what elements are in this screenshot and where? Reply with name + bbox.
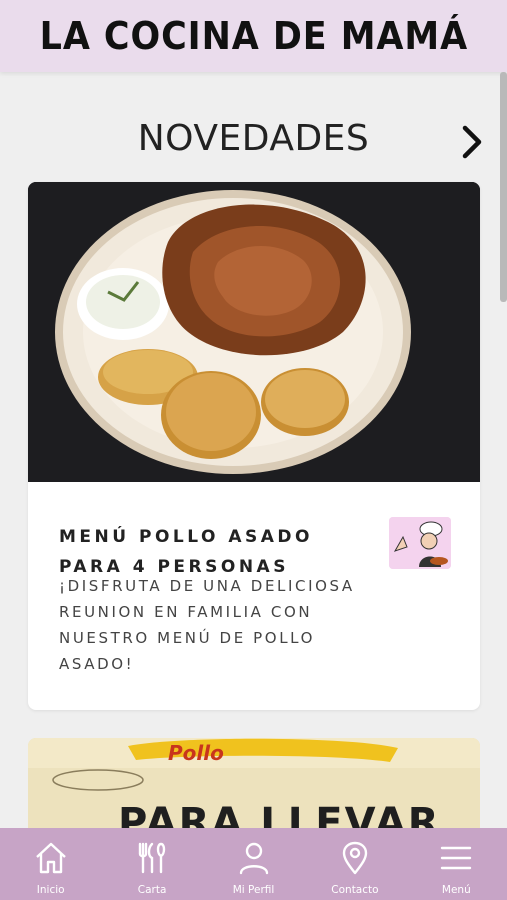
tab-contacto[interactable]: Contacto bbox=[304, 828, 405, 900]
home-icon bbox=[35, 842, 66, 874]
scrollbar[interactable] bbox=[500, 72, 507, 302]
user-icon bbox=[239, 842, 268, 875]
bottom-tab-bar: Inicio Carta Mi Perfil Contacto Menú bbox=[0, 828, 507, 900]
news-card[interactable]: MENÚ POLLO ASADO PARA 4 PERSONAS ¡DISFRU… bbox=[28, 182, 480, 710]
svg-text:Pollo: Pollo bbox=[168, 741, 224, 765]
tab-menu-label: Menú bbox=[441, 884, 471, 896]
chef-logo-icon bbox=[389, 517, 451, 569]
app-title: LA COCINA DE MAMÁ bbox=[39, 14, 468, 58]
location-pin-icon bbox=[342, 841, 368, 875]
tab-inicio-label: Inicio bbox=[36, 884, 65, 896]
hamburger-menu-icon bbox=[441, 846, 472, 870]
tab-mi-perfil[interactable]: Mi Perfil bbox=[203, 828, 304, 900]
tab-carta[interactable]: Carta bbox=[101, 828, 202, 900]
takeaway-card-photo[interactable]: Pollo PARA LLEVAR bbox=[28, 738, 480, 838]
tab-carta-label: Carta bbox=[137, 884, 167, 896]
tab-inicio[interactable]: Inicio bbox=[0, 828, 101, 900]
tab-mi-perfil-label: Mi Perfil bbox=[232, 884, 275, 896]
card-photo bbox=[28, 182, 480, 482]
section-header: NOVEDADES bbox=[0, 112, 507, 170]
app-header: LA COCINA DE MAMÁ bbox=[0, 0, 507, 72]
tab-contacto-label: Contacto bbox=[331, 884, 379, 896]
chevron-right-icon[interactable] bbox=[456, 122, 488, 162]
card-description: ¡DISFRUTA DE UNA DELICIOSA REUNION EN FA… bbox=[59, 577, 355, 673]
card-body: MENÚ POLLO ASADO PARA 4 PERSONAS ¡DISFRU… bbox=[28, 482, 480, 710]
utensils-icon bbox=[138, 842, 166, 874]
tab-menu[interactable]: Menú bbox=[406, 828, 507, 900]
section-title: NOVEDADES bbox=[137, 118, 370, 159]
